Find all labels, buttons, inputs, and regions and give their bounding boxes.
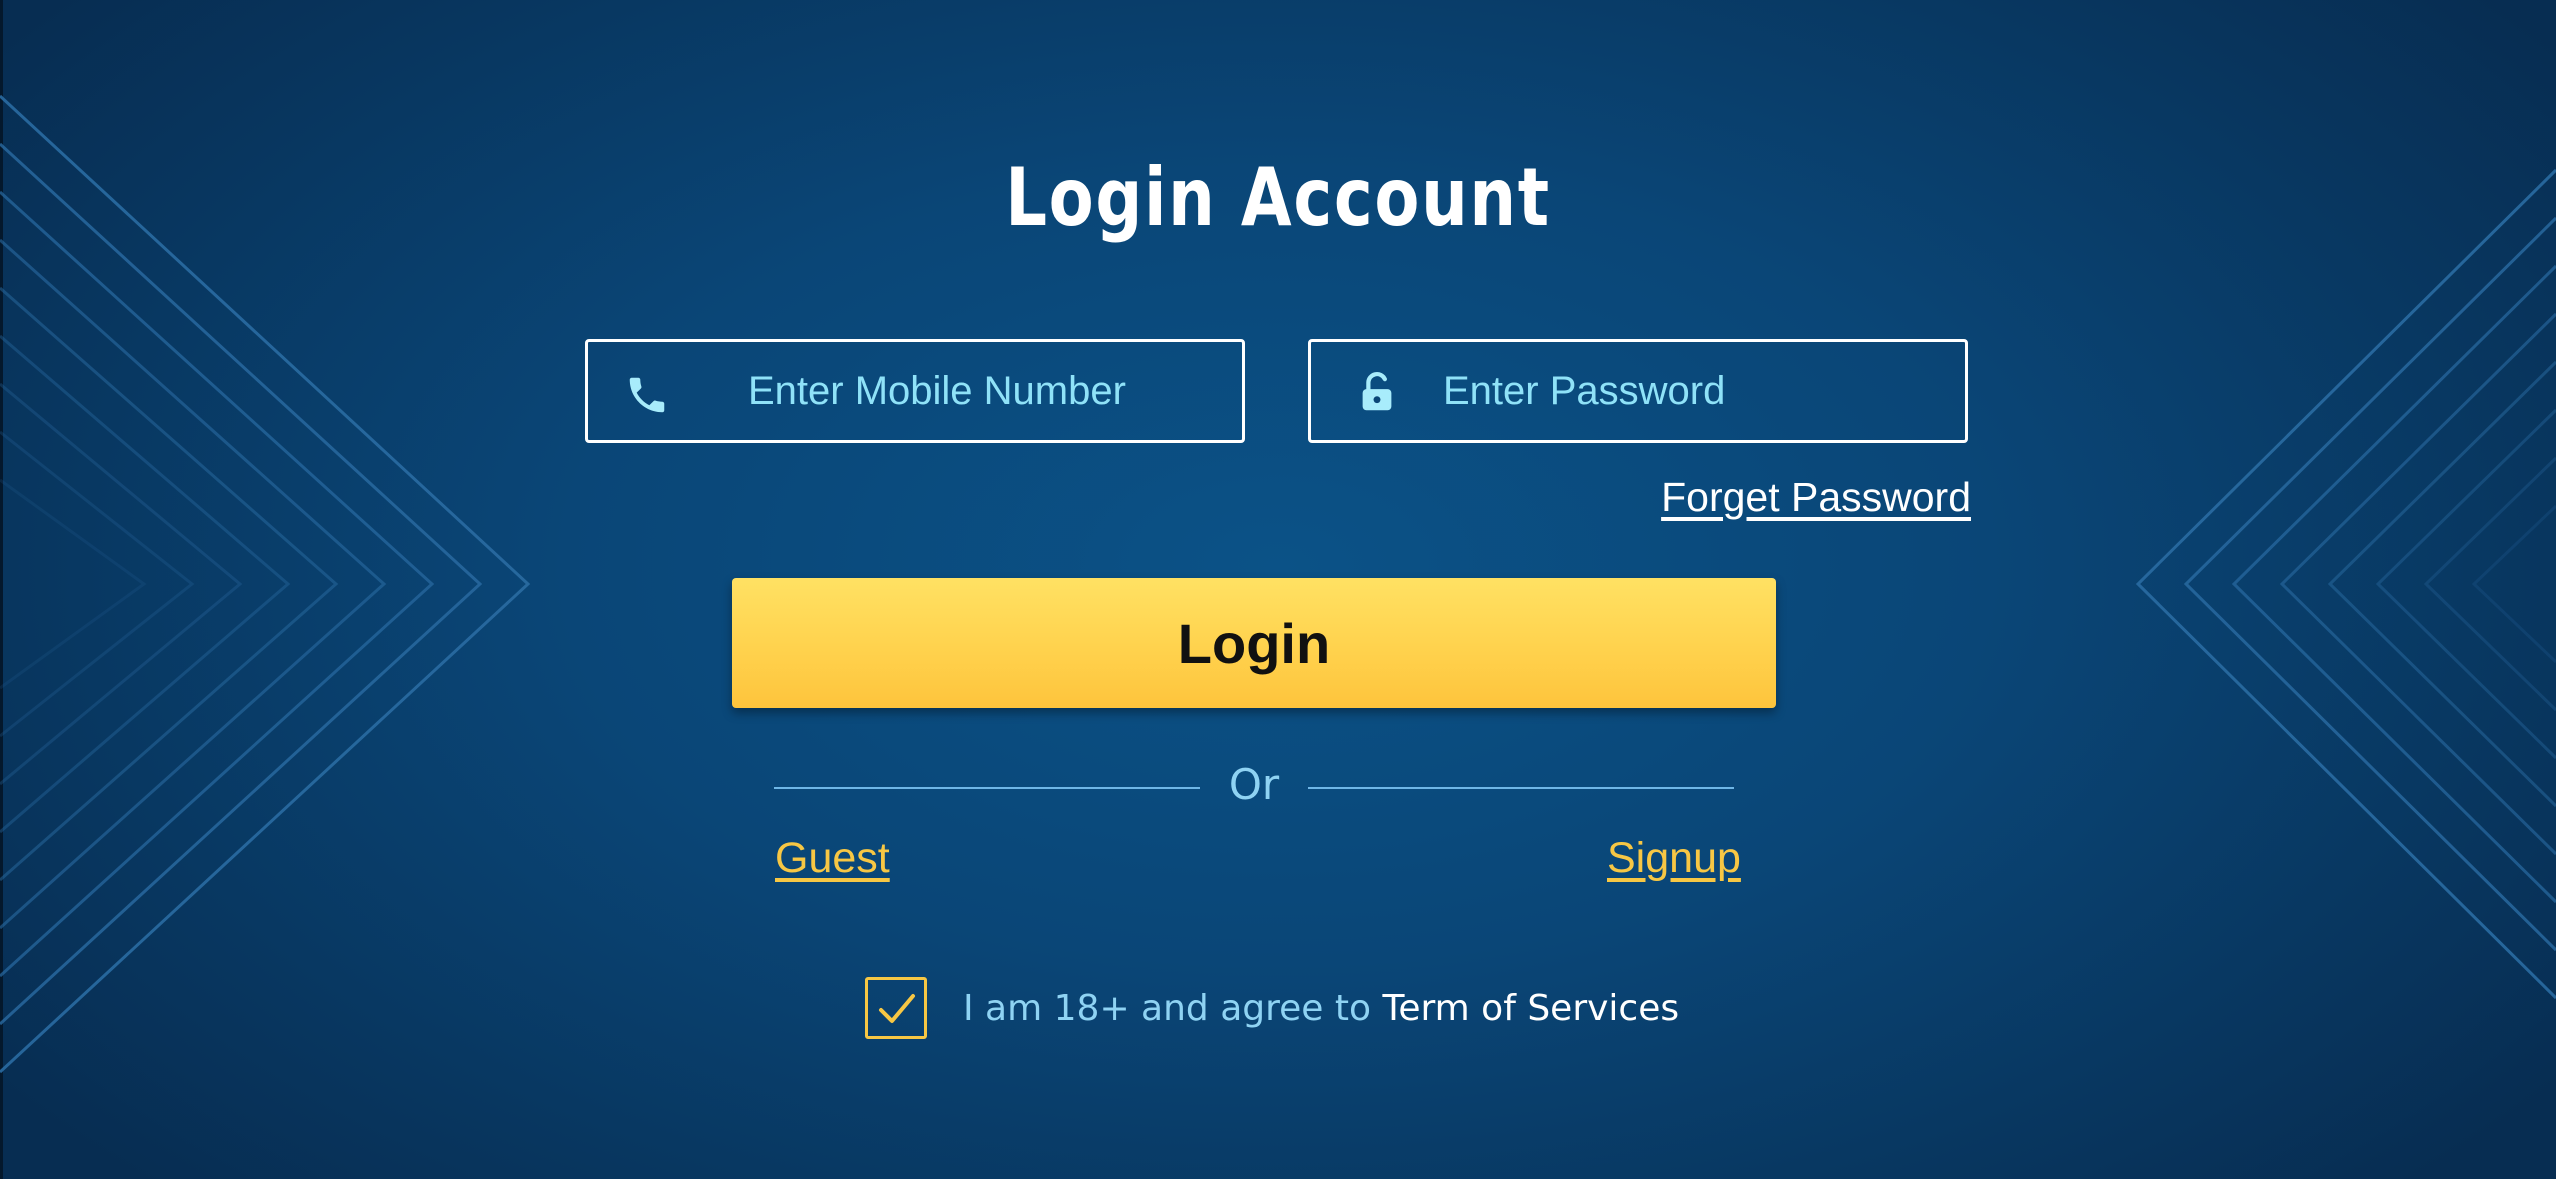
- page-title: Login Account: [1005, 151, 1551, 244]
- password-input[interactable]: [1443, 342, 1945, 440]
- phone-icon: [629, 377, 665, 413]
- divider-line-right: [1308, 787, 1734, 789]
- password-field[interactable]: [1308, 339, 1968, 443]
- checkmark-icon: [879, 994, 915, 1023]
- age-agreement-checkbox[interactable]: [865, 977, 927, 1039]
- forget-password-link[interactable]: Forget Password: [1661, 474, 1971, 521]
- unlock-icon: [1362, 371, 1392, 411]
- divider-text: Or: [1228, 760, 1280, 809]
- agreement-prefix: I am 18+ and agree to: [963, 987, 1383, 1029]
- signup-link[interactable]: Signup: [1607, 834, 1741, 883]
- agreement-row: I am 18+ and agree to Term of Services: [865, 974, 1679, 1042]
- mobile-number-input[interactable]: [748, 342, 1222, 440]
- guest-link[interactable]: Guest: [775, 834, 890, 883]
- mobile-number-field[interactable]: [585, 339, 1245, 443]
- or-divider: Or: [774, 758, 1734, 818]
- login-button[interactable]: Login: [732, 578, 1776, 708]
- terms-of-service-link[interactable]: Term of Services: [1382, 988, 1679, 1029]
- window-left-edge: [0, 0, 3, 1179]
- agreement-text: I am 18+ and agree to Term of Services: [963, 988, 1679, 1029]
